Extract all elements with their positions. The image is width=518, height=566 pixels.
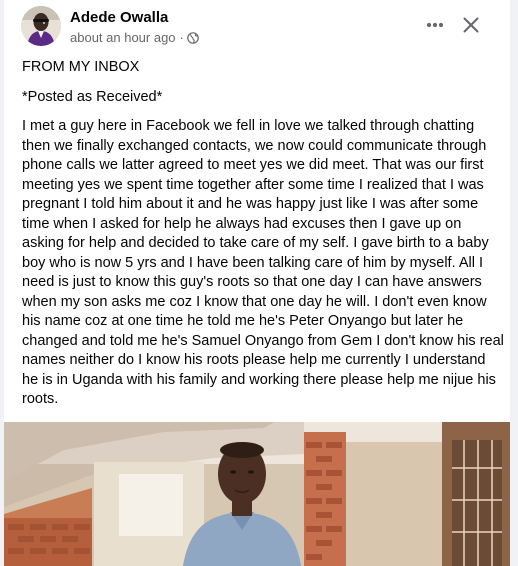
post-photo[interactable] xyxy=(4,422,510,566)
more-options-button[interactable] xyxy=(418,8,452,42)
post-card: Adede Owalla about an hour ago · FROM MY… xyxy=(4,0,510,566)
post-body: FROM MY INBOX *Posted as Received* I met… xyxy=(22,58,504,420)
close-button[interactable] xyxy=(454,8,488,42)
author-name[interactable]: Adede Owalla xyxy=(70,9,168,26)
globe-icon[interactable] xyxy=(187,31,199,44)
author-avatar[interactable] xyxy=(21,6,61,46)
avatar-image xyxy=(21,6,61,46)
photo-image xyxy=(4,422,510,566)
post-timestamp[interactable]: about an hour ago xyxy=(70,30,176,45)
more-horizontal-icon xyxy=(426,22,444,28)
post-text-main: I met a guy here in Facebook we fell in … xyxy=(22,118,504,407)
post-header: Adede Owalla about an hour ago · xyxy=(4,0,510,52)
post-text-inbox-line: FROM MY INBOX xyxy=(22,59,140,75)
post-text-posted-line: *Posted as Received* xyxy=(22,88,163,105)
meta-separator: · xyxy=(179,30,184,45)
post-meta: about an hour ago · xyxy=(70,30,199,45)
close-icon xyxy=(463,17,479,33)
